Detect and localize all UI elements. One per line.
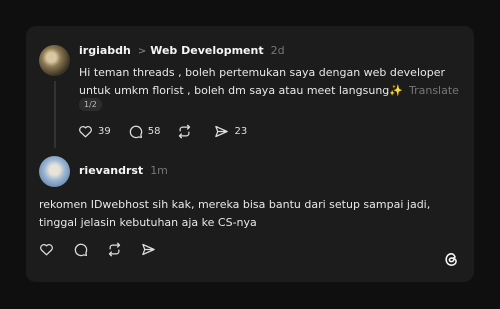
reply-button[interactable] [73, 242, 88, 257]
like-button[interactable] [39, 242, 54, 257]
post-username[interactable]: irgiabdh [79, 44, 131, 57]
reply-count: 58 [147, 125, 161, 137]
avatar[interactable] [39, 45, 70, 76]
chevron-right-icon: > [137, 46, 147, 57]
post-text: Hi teman threads , boleh pertemukan saya… [79, 66, 445, 97]
share-button[interactable]: 23 [214, 124, 247, 139]
avatar[interactable] [39, 156, 70, 187]
repost-icon [108, 242, 121, 256]
thread-connector-line [54, 81, 56, 148]
share-count: 23 [234, 125, 248, 137]
reply-actions [39, 241, 175, 257]
like-count: 39 [98, 125, 111, 137]
reply-button[interactable]: 58 [128, 124, 161, 139]
threads-logo-icon[interactable] [443, 251, 460, 268]
repost-icon [179, 124, 191, 138]
comment-icon [74, 243, 88, 256]
post-topic[interactable]: Web Development [150, 44, 263, 57]
heart-icon [40, 243, 53, 255]
post-actions: 39 58 23 [78, 123, 264, 139]
reply-time: 1m [150, 164, 168, 177]
reply-body: rekomen IDwebhost sih kak, mereka bisa b… [39, 198, 431, 229]
like-button[interactable]: 39 [78, 124, 111, 139]
post-time: 2d [270, 44, 285, 57]
share-button[interactable] [141, 242, 156, 257]
heart-icon [79, 125, 92, 137]
thread-card: irgiabdh > Web Development 2d Hi teman thre… [26, 26, 474, 282]
repost-button[interactable] [177, 124, 197, 139]
send-icon [215, 125, 229, 137]
translate-link[interactable]: Translate [409, 84, 459, 97]
repost-button[interactable] [107, 242, 122, 257]
reply-username[interactable]: rievandrst [79, 164, 143, 177]
post-pager: 1/2 [79, 98, 102, 111]
reply-header: rievandrst 1m [79, 164, 168, 177]
post-body: Hi teman threads , boleh pertemukan saya… [79, 64, 464, 100]
comment-icon [129, 125, 142, 138]
post-header: irgiabdh > Web Development 2d [79, 44, 285, 57]
send-icon [142, 243, 155, 255]
